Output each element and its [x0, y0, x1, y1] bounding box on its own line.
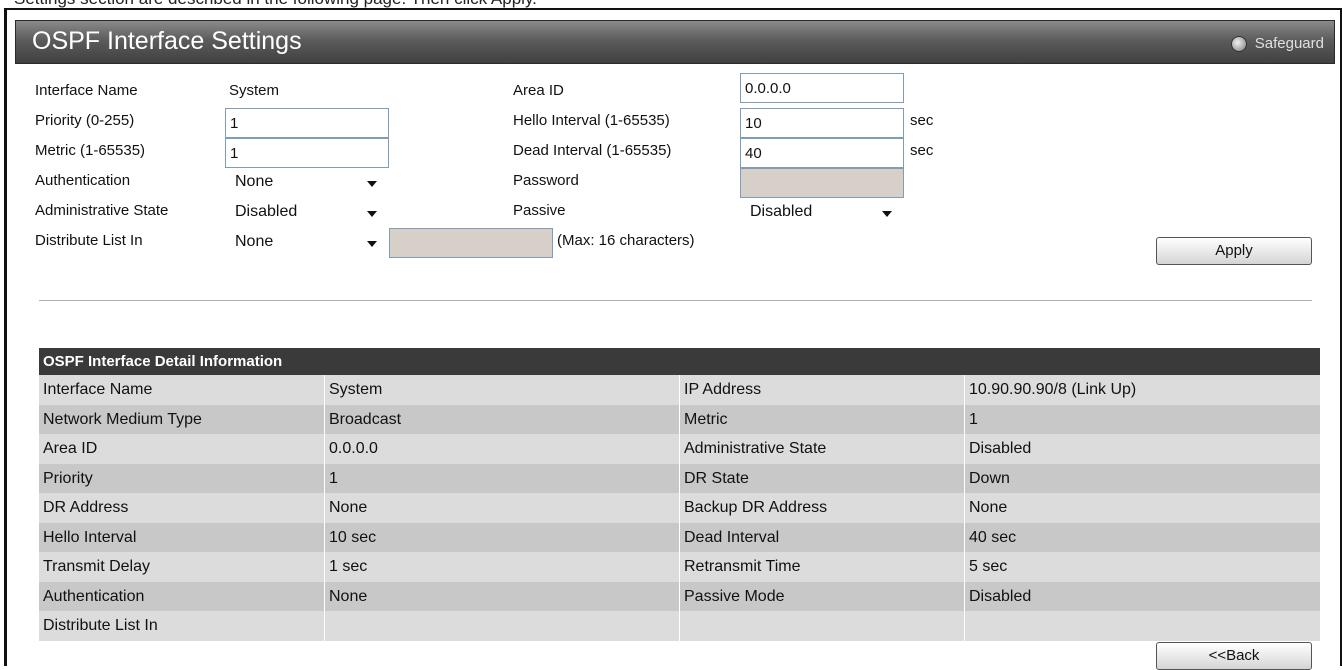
metric-input[interactable] [225, 138, 389, 168]
table-cell: DR Address [39, 493, 325, 523]
table-row: Area ID 0.0.0.0 Administrative State Disabl… [39, 434, 1320, 464]
distribute-list-label: Distribute List In [35, 232, 143, 249]
table-row: DR Address None Backup DR Address None [39, 493, 1320, 523]
top-cropped-caption: Settings section are described in the fo… [14, 0, 537, 8]
table-cell: DR State [680, 463, 965, 493]
ospf-detail-table: OSPF Interface Detail Information Interf… [39, 348, 1320, 641]
safeguard-indicator[interactable]: Safeguard [1230, 35, 1324, 52]
table-cell: None [969, 499, 1008, 516]
table-cell: Network Medium Type [39, 404, 325, 434]
admin-state-select[interactable]: Disabled [229, 198, 389, 228]
safeguard-icon [1230, 35, 1247, 52]
password-label: Password [513, 172, 579, 189]
table-cell: Administrative State [680, 434, 965, 464]
apply-button[interactable]: Apply [1156, 237, 1312, 265]
table-cell: 10 sec [325, 522, 680, 552]
password-input[interactable] [740, 168, 904, 198]
hello-interval-unit: sec [910, 112, 934, 129]
priority-input[interactable] [225, 108, 389, 138]
distribute-list-hint: (Max: 16 characters) [557, 232, 695, 249]
table-cell: Interface Name [39, 375, 325, 405]
safeguard-label: Safeguard [1254, 35, 1324, 52]
table-cell: Area ID [39, 434, 325, 464]
table-cell: Transmit Delay [39, 552, 325, 582]
distribute-list-select-value: None [235, 233, 274, 250]
table-row: Hello Interval 10 sec Dead Interval 40 sec [39, 522, 1320, 552]
table-header: OSPF Interface Detail Information [39, 348, 1320, 375]
table-row: Authentication None Passive Mode Disabled [39, 581, 1320, 611]
chevron-down-icon [367, 241, 377, 247]
table-cell [325, 611, 680, 641]
table-cell: Authentication [39, 581, 325, 611]
table-cell: Hello Interval [39, 522, 325, 552]
table-cell: System [325, 375, 680, 405]
dead-interval-unit: sec [910, 142, 934, 159]
table-cell [680, 611, 965, 641]
chevron-down-icon [367, 181, 377, 187]
area-id-label: Area ID [513, 82, 564, 99]
top-cropped-text: Settings section are described in the fo… [0, 0, 1342, 8]
distribute-list-text-input[interactable] [389, 228, 553, 258]
table-cell: 10.90.90.90/8 (Link Up) [969, 381, 1137, 398]
table-row: Transmit Delay 1 sec Retransmit Time 5 sec [39, 552, 1320, 582]
table-cell: Dead Interval [680, 522, 965, 552]
passive-select-value: Disabled [750, 203, 813, 220]
table-cell: None [325, 581, 680, 611]
table-row: Priority 1 DR State Down [39, 463, 1320, 493]
table-cell: 5 sec [969, 558, 1008, 575]
hello-interval-label: Hello Interval (1-65535) [513, 112, 670, 129]
table-cell: Down [969, 469, 1010, 487]
table-row: Network Medium Type Broadcast Metric 1 [39, 404, 1320, 434]
table-cell: 1 [969, 410, 978, 428]
table-cell: Metric [680, 404, 965, 434]
table-cell: Retransmit Time [680, 552, 965, 582]
table-cell: Priority [39, 463, 325, 493]
interface-name-label: Interface Name [35, 82, 138, 99]
passive-label: Passive [513, 202, 566, 219]
authentication-select[interactable]: None [229, 168, 389, 198]
table-cell: Passive Mode [680, 581, 965, 611]
table-cell: None [325, 493, 680, 523]
table-cell: 0.0.0.0 [325, 434, 680, 464]
chevron-down-icon [367, 211, 377, 217]
table-row: Distribute List In [39, 611, 1320, 641]
admin-state-label: Administrative State [35, 202, 169, 219]
distribute-list-select[interactable]: None [229, 228, 389, 258]
table-cell: 40 sec [969, 528, 1017, 546]
table-cell: Backup DR Address [680, 493, 965, 523]
hello-interval-input[interactable] [740, 108, 904, 138]
chevron-down-icon [882, 211, 892, 217]
priority-label: Priority (0-255) [35, 112, 135, 129]
authentication-label: Authentication [35, 172, 131, 189]
area-id-input[interactable] [740, 73, 904, 103]
table-cell: IP Address [680, 375, 965, 405]
table-cell: Distribute List In [39, 611, 325, 641]
title-bar: OSPF Interface Settings Safeguard [15, 20, 1335, 64]
divider [39, 300, 1312, 301]
table-cell: 1 sec [325, 552, 680, 582]
interface-name-value: System [229, 82, 280, 99]
table-cell: Disabled [969, 587, 1032, 605]
authentication-select-value: None [235, 173, 274, 190]
table-cell [965, 611, 1320, 641]
table-row: Interface Name System IP Address 10.90.90.9… [39, 375, 1320, 405]
table-cell: 1 [325, 463, 680, 493]
page-title: OSPF Interface Settings [32, 27, 302, 55]
dead-interval-input[interactable] [740, 138, 904, 168]
passive-select[interactable]: Disabled [744, 198, 904, 228]
table-body: Interface Name System IP Address 10.90.90.9… [39, 375, 1320, 641]
admin-state-select-value: Disabled [235, 203, 298, 220]
table-cell: Disabled [969, 440, 1032, 457]
main-panel: OSPF Interface Settings Safeguard Interf… [4, 8, 1342, 670]
metric-label: Metric (1-65535) [35, 142, 146, 159]
table-cell: Broadcast [325, 404, 680, 434]
dead-interval-label: Dead Interval (1-65535) [513, 142, 672, 159]
